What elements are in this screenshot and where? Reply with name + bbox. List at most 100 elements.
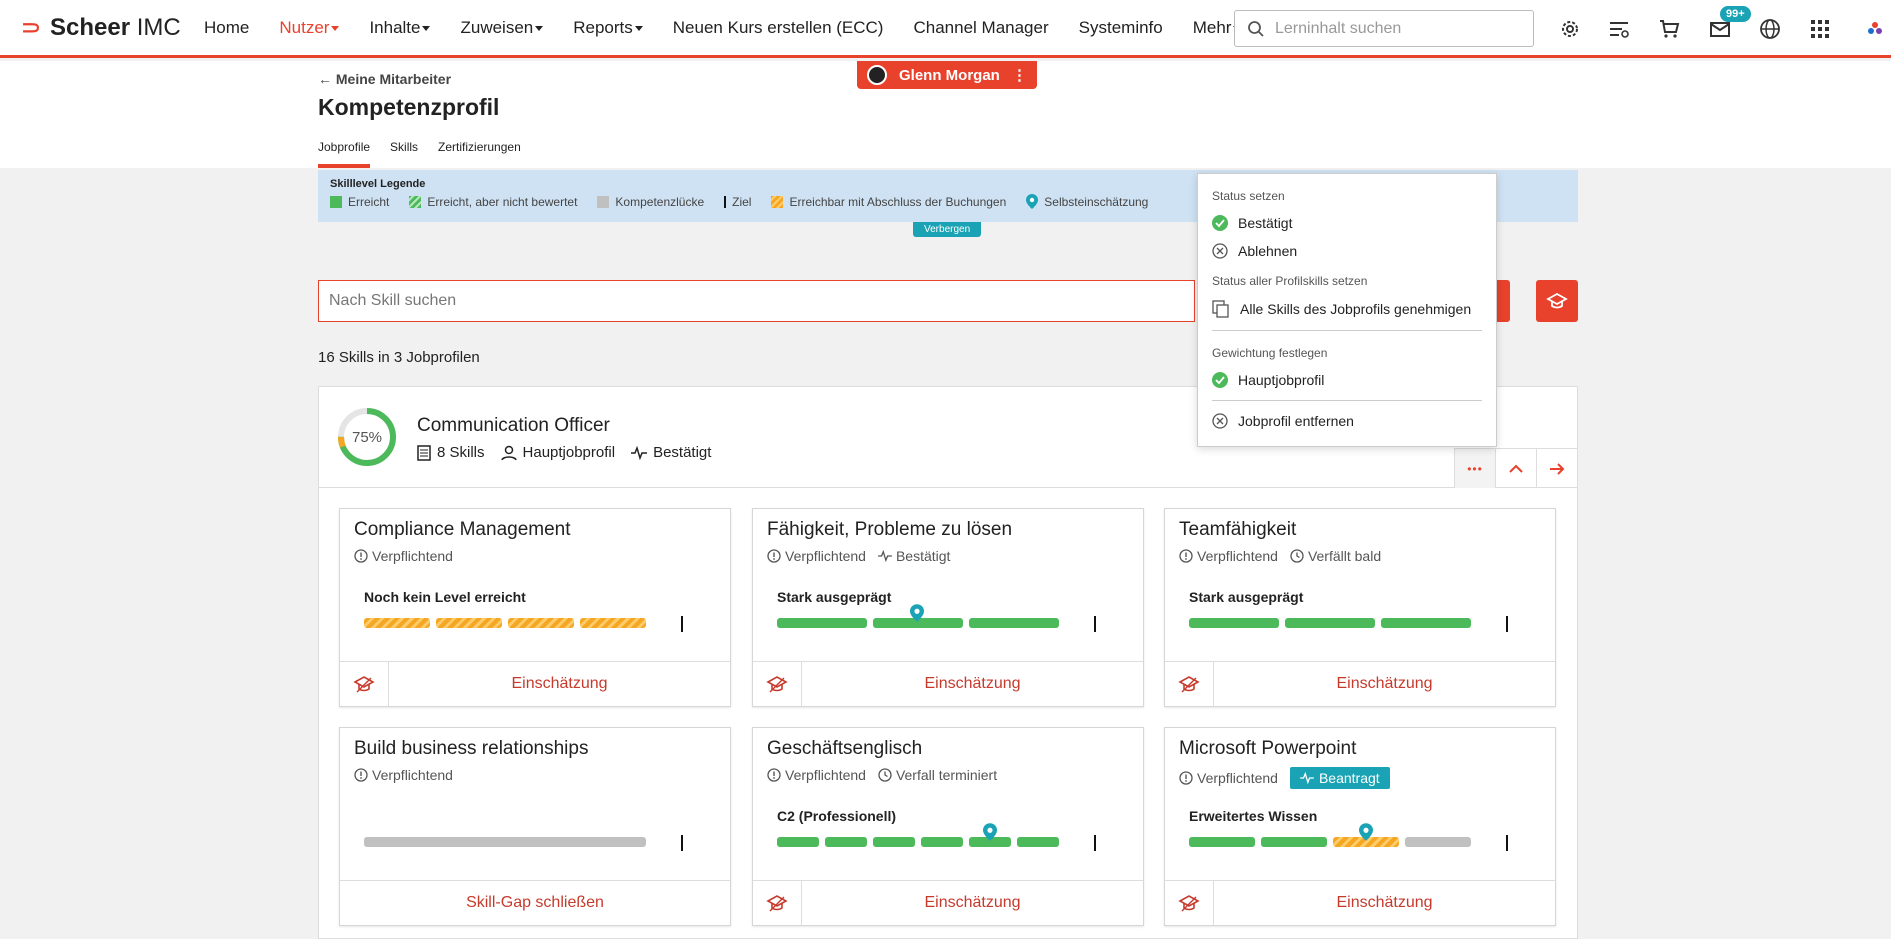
selected-user-pill[interactable]: Glenn Morgan ⋮ [857,61,1037,89]
tenant-logo-icon[interactable] [1864,16,1886,42]
hide-legend-button[interactable]: Verbergen [913,222,982,237]
mandatory-flag: Verpflichtend [767,548,866,564]
skill-level-label: Erweitertes Wissen [1189,808,1318,824]
course-recommendation-button[interactable] [1165,881,1214,925]
assessment-button[interactable]: Einschätzung [802,881,1143,925]
alert-circle-icon [1179,549,1193,563]
scheer-imc-logo[interactable]: ⸧ Scheer IMC [18,14,181,42]
level-segment [777,837,819,847]
reachable-swatch-icon [771,195,784,208]
target-marker [1094,835,1096,851]
top-navigation-bar: ⸧ Scheer IMC Home Nutzer Inhalte Zuweise… [0,0,1891,58]
collapse-button[interactable] [1495,448,1536,488]
level-segment [580,618,646,628]
skill-extra-status-label: Bestätigt [895,548,951,564]
level-segment [1189,837,1255,847]
nav-nutzer[interactable]: Nutzer [279,18,340,38]
map-pin-icon [1359,823,1373,841]
level-segment [969,618,1059,628]
menu-item-reject[interactable]: Ablehnen [1212,243,1482,259]
activity-pulse-icon [878,550,892,562]
list-icon [417,444,431,461]
globe-language-icon[interactable] [1757,16,1783,42]
logo-mark-icon: ⸧ [18,13,45,43]
settings-gear-icon[interactable] [1557,16,1583,42]
menu-item-confirm[interactable]: Bestätigt [1212,215,1482,231]
nav-systeminfo[interactable]: Systeminfo [1079,18,1163,38]
tab-skills[interactable]: Skills [390,140,418,168]
nav-channel-manager[interactable]: Channel Manager [913,18,1048,38]
menu-item-approve-all[interactable]: Alle Skills des Jobprofils genehmigen [1212,300,1482,318]
chevron-down-icon [535,25,544,31]
achieved-not-rated-swatch-icon [409,195,422,208]
menu-divider [1212,400,1482,401]
skill-level-bar [1189,616,1531,632]
skills-count-label: 8 Skills [437,444,485,461]
skill-card[interactable]: Compliance Management Verpflichtend Noch… [339,508,731,707]
assessment-button[interactable]: Einschätzung [802,662,1143,706]
nav-home[interactable]: Home [204,18,249,38]
skill-card[interactable]: Microsoft Powerpoint Verpflichtend Beant… [1164,727,1556,926]
nav-reports[interactable]: Reports [573,18,643,38]
skill-search-input[interactable] [329,292,1129,310]
nav-inhalte[interactable]: Inhalte [369,18,431,38]
nav-new-course[interactable]: Neuen Kurs erstellen (ECC) [673,18,884,38]
skill-extra-status: Bestätigt [878,548,950,564]
skill-card[interactable]: Fähigkeit, Probleme zu lösen Verpflichte… [752,508,1144,707]
copy-documents-icon [1212,300,1229,318]
mandatory-label: Verpflichtend [1197,548,1278,564]
chevron-up-icon [1509,464,1523,473]
tab-zertifizierungen[interactable]: Zertifizierungen [438,140,521,168]
open-profile-button[interactable] [1536,448,1577,488]
nav-inhalte-label: Inhalte [369,18,421,37]
course-recommendation-button[interactable] [340,662,389,706]
check-circle-icon [1212,215,1228,231]
app-grid-icon[interactable] [1807,16,1833,42]
skill-card[interactable]: Teamfähigkeit Verpflichtend Verfällt bal… [1164,508,1556,707]
course-recommendation-button[interactable] [753,881,802,925]
progress-percent: 75% [351,428,383,446]
alert-circle-icon [354,768,368,782]
course-recommendation-button[interactable] [753,662,802,706]
skill-card[interactable]: Build business relationships Verpflichte… [339,727,731,926]
skill-card[interactable]: Geschäftsenglisch Verpflichtend Verfall … [752,727,1144,926]
menu-item-label: Alle Skills des Jobprofils genehmigen [1240,301,1472,317]
level-segment [364,618,430,628]
skill-gap-course-button[interactable] [1536,280,1578,322]
more-vertical-icon[interactable]: ⋮ [1012,66,1027,84]
back-link-my-employees[interactable]: ← Meine Mitarbeiter [318,71,451,87]
skill-name: Geschäftsenglisch [767,738,923,759]
legend-item-achieved-not-rated: Erreicht, aber nicht bewertet [409,195,577,209]
skill-extra-status-label: Verfall terminiert [895,767,998,783]
menu-item-remove-profile[interactable]: Jobprofil entfernen [1212,413,1482,429]
assessment-button[interactable]: Einschätzung [389,662,730,706]
shopping-cart-icon[interactable] [1656,16,1682,42]
course-recommendation-button[interactable] [1165,662,1214,706]
clock-icon [1290,549,1304,563]
graduation-cap-icon [1546,292,1568,309]
nav-zuweisen[interactable]: Zuweisen [460,18,544,38]
menu-item-main-profile[interactable]: Hauptjobprofil [1212,372,1482,388]
tab-jobprofile[interactable]: Jobprofile [318,140,371,168]
level-segment [777,618,867,628]
more-options-button[interactable]: ••• [1454,448,1495,488]
mail-count-badge: 99+ [1720,6,1751,22]
nav-nutzer-label: Nutzer [279,18,330,37]
graduation-cap-icon [766,676,788,693]
content-search-input[interactable] [1275,19,1515,38]
assessment-button[interactable]: Einschätzung [1214,881,1555,925]
graduation-cap-icon [1178,895,1200,912]
skill-level-bar [364,835,706,851]
assessment-button[interactable]: Einschätzung [1214,662,1555,706]
target-marker-icon [724,195,727,208]
close-skill-gap-button[interactable]: Skill-Gap schließen [340,881,730,925]
skill-extra-status: Verfällt bald [1290,548,1381,564]
profile-options-menu: Status setzen Bestätigt Ablehnen Status … [1197,173,1497,447]
skill-name: Teamfähigkeit [1179,519,1297,540]
arrow-right-icon [1550,462,1565,475]
level-segment [1285,618,1375,628]
clock-icon [878,768,892,782]
jobprofile-name: Communication Officer [417,415,610,436]
graduation-cap-icon [1178,676,1200,693]
task-list-icon[interactable] [1606,16,1632,42]
